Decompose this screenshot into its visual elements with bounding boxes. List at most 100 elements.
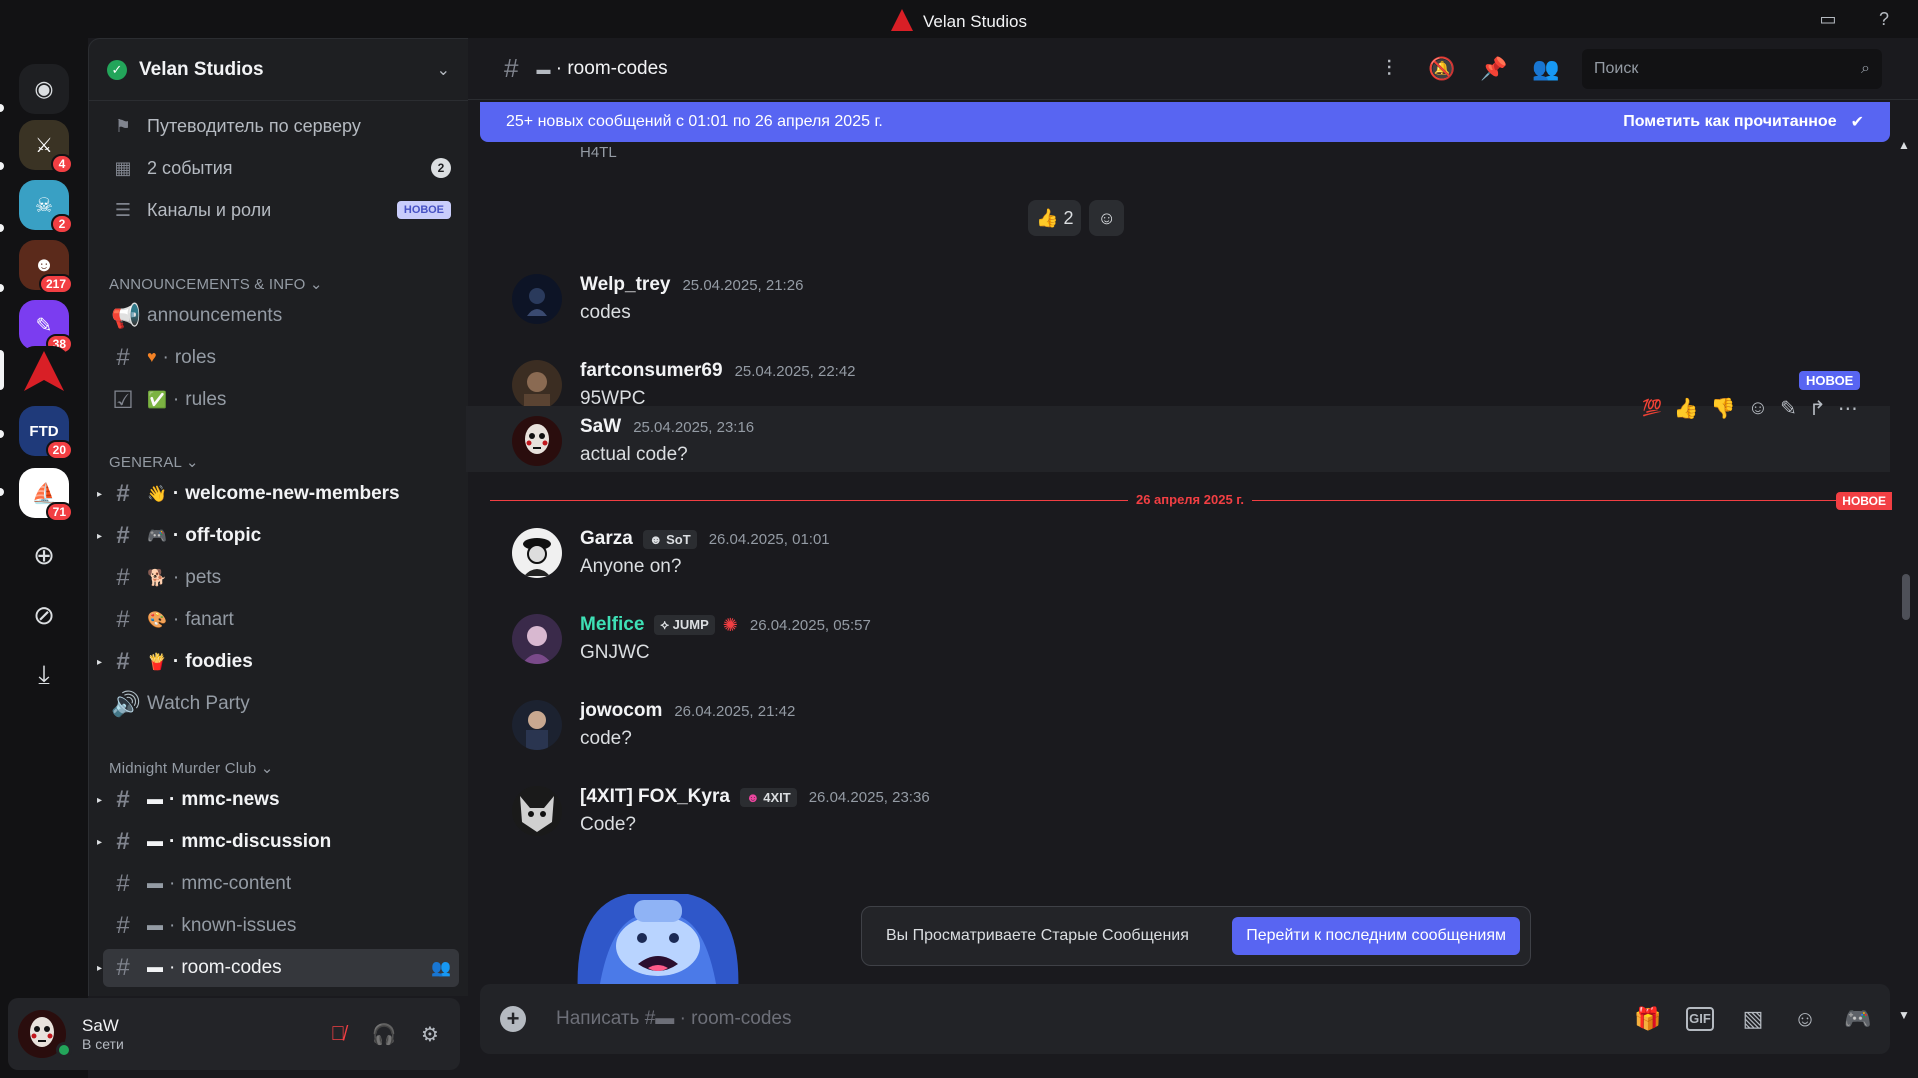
attach-button[interactable]: + — [500, 1006, 526, 1032]
clan-tag[interactable]: ⟡ JUMP — [654, 615, 715, 635]
channel-mmc-discussion[interactable]: ▸ # ▬ · mmc-discussion — [97, 823, 459, 861]
events-link[interactable]: ▦ 2 события 2 — [103, 149, 459, 187]
thumbs-down-icon[interactable]: 👎 — [1711, 396, 1736, 421]
category-general[interactable]: GENERAL ⌄ — [109, 453, 199, 471]
skull-icon: ☻ — [745, 789, 760, 805]
channel-mmc-news[interactable]: ▸ # ▬ · mmc-news — [97, 781, 459, 819]
unread-arrow-icon: ▸ — [97, 962, 103, 974]
member-list-icon[interactable]: 👥 — [1532, 56, 1559, 82]
channel-room-codes[interactable]: ▸ # ▬ · room-codes 👥 — [97, 949, 459, 987]
clan-tag[interactable]: ☻ 4XIT — [739, 787, 797, 807]
notifications-muted-icon[interactable]: 🔕 — [1428, 56, 1455, 82]
mention-badge: 2 — [51, 214, 73, 234]
knife-emoji-icon: ▬ — [147, 791, 163, 808]
activities-icon[interactable]: 🎮 — [1844, 1006, 1871, 1032]
scrollbar-thumb[interactable] — [1902, 574, 1910, 620]
channel-off-topic[interactable]: ▸ # 🎮 · off-topic — [97, 517, 459, 555]
role-badge-icon: ✺ — [722, 614, 738, 635]
channel-welcome-new-members[interactable]: ▸ # 👋 · welcome-new-members — [97, 475, 459, 513]
more-icon[interactable]: ⋯ — [1838, 396, 1858, 421]
server-icon-7[interactable]: ⛵ 71 — [19, 468, 73, 522]
settings-button[interactable]: ⚙ — [410, 1014, 450, 1054]
author-name[interactable]: Welp_trey — [580, 274, 670, 296]
server-icon-ftd[interactable]: FTD 20 — [19, 406, 73, 460]
message-input[interactable]: Написать #▬ · room-codes — [556, 1008, 1608, 1030]
inbox-icon[interactable]: ▭ — [1816, 7, 1840, 31]
channel-pets[interactable]: # 🐕 · pets — [103, 559, 459, 597]
reaction-thumbs-up[interactable]: 👍 2 — [1028, 200, 1082, 236]
author-name[interactable]: Melfice — [580, 614, 644, 636]
mark-as-read-button[interactable]: Пометить как прочитанное — [1623, 113, 1836, 131]
hundred-reaction-icon[interactable]: 💯 — [1642, 398, 1662, 418]
author-name[interactable]: SaW — [580, 416, 621, 438]
help-icon[interactable]: ? — [1872, 7, 1896, 31]
add-reaction-icon[interactable]: ☺ — [1748, 397, 1768, 420]
gif-icon[interactable]: GIF — [1686, 1007, 1714, 1031]
avatar[interactable] — [512, 786, 562, 836]
add-server-button[interactable]: ⊕ — [19, 530, 69, 580]
scroll-up-icon[interactable]: ▲ — [1898, 138, 1910, 152]
scrollbar[interactable]: ▲ ▼ — [1898, 138, 1912, 1022]
scroll-down-icon[interactable]: ▼ — [1898, 1008, 1910, 1022]
category-announcements[interactable]: ANNOUNCEMENTS & INFO ⌄ — [109, 275, 323, 293]
hash-icon: # — [116, 912, 130, 939]
invite-member-icon[interactable]: 👥 — [431, 958, 451, 978]
forward-icon[interactable]: ↱ — [1809, 396, 1826, 421]
clan-tag[interactable]: ☻ SoT — [642, 529, 697, 549]
server-icon-velan[interactable] — [19, 346, 69, 396]
server-guide-link[interactable]: ⚑ Путеводитель по серверу — [103, 107, 459, 145]
channel-roles[interactable]: # ♥ · roles — [103, 339, 459, 377]
discover-button[interactable]: ⊘ — [19, 590, 69, 640]
avatar[interactable] — [512, 700, 562, 750]
guild-header[interactable]: ✓ Velan Studios ⌄ — [89, 39, 468, 101]
sticker-icon[interactable]: ▧ — [1740, 1006, 1766, 1032]
channel-announcements[interactable]: 📢 announcements — [103, 297, 459, 335]
user-info[interactable]: SaW В сети — [82, 1016, 312, 1052]
avatar[interactable] — [512, 614, 562, 664]
avatar[interactable] — [512, 274, 562, 324]
avatar[interactable] — [512, 360, 562, 410]
online-status-indicator — [56, 1042, 72, 1058]
window-title: Velan Studios — [0, 9, 1918, 32]
unread-indicator — [0, 488, 4, 496]
server-icon-3[interactable]: ☻ 217 — [19, 240, 73, 294]
server-icon-1[interactable]: ⚔ 4 — [19, 120, 73, 174]
deafen-button[interactable]: 🎧 — [364, 1014, 404, 1054]
megaphone-icon: 📢 — [111, 302, 141, 330]
knife-emoji-icon: ▬ — [147, 917, 163, 934]
channel-foodies[interactable]: ▸ # 🍟 · foodies — [97, 643, 459, 681]
avatar[interactable] — [512, 416, 562, 466]
knife-emoji-icon: ▬ — [147, 875, 163, 892]
channel-fanart[interactable]: # 🎨 · fanart — [103, 601, 459, 639]
author-name[interactable]: Garza — [580, 528, 633, 550]
hash-icon: # — [116, 480, 130, 507]
author-name[interactable]: [4XIT] FOX_Kyra — [580, 786, 730, 808]
hash-icon: # — [116, 522, 130, 549]
jump-to-present-button[interactable]: Перейти к последним сообщениям — [1232, 917, 1520, 955]
channel-watch-party[interactable]: 🔊 Watch Party — [103, 685, 459, 723]
channel-rules[interactable]: ☑ ✅ · rules — [103, 381, 459, 419]
download-button[interactable]: ⤓ — [19, 650, 69, 700]
author-name[interactable]: jowocom — [580, 700, 662, 722]
unread-arrow-icon: ▸ — [97, 530, 103, 542]
new-messages-banner[interactable]: 25+ новых сообщений с 01:01 по 26 апреля… — [480, 102, 1890, 142]
gift-icon[interactable]: 🎁 — [1634, 1006, 1661, 1032]
thumbs-up-icon[interactable]: 👍 — [1674, 396, 1699, 421]
pin-icon[interactable]: 📌 — [1480, 56, 1507, 82]
knife-emoji-icon: ▬ — [147, 833, 163, 850]
home-button[interactable]: ◉ — [19, 64, 69, 114]
channels-roles-link[interactable]: ☰ Каналы и роли НОВОЕ — [103, 191, 459, 229]
server-icon-4[interactable]: ✎ 38 — [19, 300, 73, 354]
search-input[interactable]: Поиск ⌕ — [1582, 48, 1882, 89]
add-reaction-button[interactable]: ☺ — [1089, 200, 1124, 236]
threads-icon[interactable]: ⫶ — [1376, 56, 1402, 82]
server-icon-2[interactable]: ☠ 2 — [19, 180, 73, 234]
channel-mmc-content[interactable]: # ▬ · mmc-content — [103, 865, 459, 903]
emoji-icon[interactable]: ☺ — [1792, 1006, 1818, 1032]
edit-icon[interactable]: ✎ — [1780, 396, 1797, 421]
mute-button[interactable]: 🎙̸ — [318, 1014, 358, 1054]
category-midnight-murder-club[interactable]: Midnight Murder Club ⌄ — [109, 759, 274, 777]
author-name[interactable]: fartconsumer69 — [580, 360, 723, 382]
avatar[interactable] — [512, 528, 562, 578]
channel-known-issues[interactable]: # ▬ · known-issues — [103, 907, 459, 945]
